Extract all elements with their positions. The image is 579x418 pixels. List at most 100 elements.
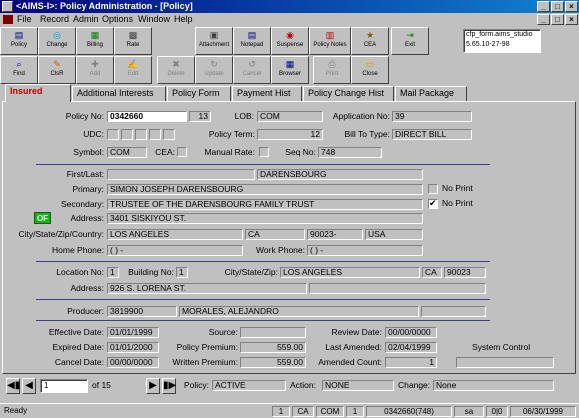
no-print-secondary-checkbox[interactable] <box>428 198 438 209</box>
of-badge[interactable]: OF <box>34 212 51 224</box>
first-name-field[interactable] <box>107 169 255 180</box>
lob-label: LOB: <box>234 111 254 121</box>
policy-status-field[interactable]: ACTIVE <box>212 380 286 391</box>
record-number-input[interactable]: 1 <box>40 379 88 393</box>
cancel-date-label: Cancel Date: <box>54 357 104 367</box>
menu-record[interactable]: Record <box>40 14 69 24</box>
action-label: Action: <box>290 380 316 390</box>
menu-help[interactable]: Help <box>174 14 193 24</box>
building-no-field[interactable]: 1 <box>176 267 188 278</box>
tab-mail-package[interactable]: Mail Package <box>395 86 467 101</box>
action-field[interactable]: NONE <box>322 380 394 391</box>
toolbar-add-button[interactable]: ✚ Add <box>76 56 114 84</box>
toolbar-rate-button[interactable]: ▩ Rate <box>114 27 152 55</box>
written-premium-field[interactable]: 559.00 <box>240 357 306 368</box>
location-zip-field[interactable]: 90023 <box>444 267 486 278</box>
state-field[interactable]: CA <box>245 229 305 240</box>
toolbar-policy-notes-button[interactable]: ▥ Policy Notes <box>309 27 351 55</box>
primary-field[interactable]: SIMON JOSEPH DARENSBOURG <box>107 184 423 195</box>
menu-options[interactable]: Options <box>102 14 133 24</box>
doc-close-button[interactable]: × <box>565 14 578 25</box>
udc-field-5[interactable] <box>163 129 175 140</box>
toolbar-attachment-button[interactable]: ▣ Attachment <box>195 27 233 55</box>
location-address-2-field[interactable] <box>309 283 486 294</box>
toolbar-close-button[interactable]: ▭ Close <box>351 56 389 84</box>
toolbar-print-button[interactable]: ⎙ Print <box>313 56 351 84</box>
cancel-date-field[interactable]: 00/00/0000 <box>107 357 159 368</box>
system-control-field[interactable] <box>456 357 554 368</box>
cea-checkbox[interactable] <box>177 147 187 157</box>
toolbar-clear-button[interactable]: ✎ ClsR <box>38 56 76 84</box>
bill-to-type-field[interactable]: DIRECT BILL <box>392 129 472 140</box>
toolbar-find-button[interactable]: ⌕ Find <box>0 56 38 84</box>
review-date-field[interactable]: 00/00/0000 <box>385 327 437 338</box>
producer-name-field[interactable]: MORALES, ALEJANDRO <box>179 306 419 317</box>
expired-date-field[interactable]: 01/01/2000 <box>107 342 159 353</box>
doc-icon[interactable] <box>3 15 13 24</box>
zip-field[interactable]: 90023- <box>307 229 363 240</box>
last-amended-field[interactable]: 02/04/1999 <box>385 342 437 353</box>
amended-count-field[interactable]: 1 <box>385 357 437 368</box>
app-icon[interactable] <box>2 1 13 12</box>
udc-field-4[interactable] <box>149 129 161 140</box>
toolbar-delete-button[interactable]: ✖ Delete <box>157 56 195 84</box>
menu-file[interactable]: File <box>17 14 32 24</box>
policy-no-field[interactable]: 0342660 <box>107 111 187 122</box>
doc-minimize-button[interactable]: _ <box>537 14 550 25</box>
udc-field-2[interactable] <box>121 129 133 140</box>
toolbar-update-button[interactable]: ↻ Update <box>195 56 233 84</box>
menu-admin[interactable]: Admin <box>73 14 99 24</box>
source-field[interactable] <box>240 327 306 338</box>
first-record-button[interactable]: ◀▮ <box>6 378 20 394</box>
tab-insured[interactable]: Insured <box>5 84 71 102</box>
maximize-button[interactable]: □ <box>551 1 564 12</box>
toolbar-billing-button[interactable]: ▦ Billing <box>76 27 114 55</box>
toolbar-policy-button[interactable]: ▤ Policy <box>0 27 38 55</box>
tab-policy-change-hist[interactable]: Policy Change Hist <box>303 86 394 101</box>
toolbar-cea-button[interactable]: ★ CEA <box>351 27 389 55</box>
secondary-field[interactable]: TRUSTEE OF THE DARENSBOURG FAMILY TRUST <box>107 199 423 210</box>
toolbar-exit-button[interactable]: ⇥ Exit <box>391 27 429 55</box>
home-phone-field[interactable]: ( ) - <box>107 245 243 256</box>
menu-window[interactable]: Window <box>138 14 170 24</box>
location-state-field[interactable]: CA <box>422 267 442 278</box>
attachment-icon: ▣ <box>209 30 219 40</box>
manual-rate-checkbox[interactable] <box>259 147 269 157</box>
location-city-field[interactable]: LOS ANGELES <box>280 267 420 278</box>
effective-date-field[interactable]: 01/01/1999 <box>107 327 159 338</box>
change-field[interactable]: None <box>433 380 554 391</box>
toolbar-notepad-button[interactable]: ▤ Notepad <box>233 27 271 55</box>
tab-additional-interests[interactable]: Additional Interests <box>72 86 166 101</box>
no-print-primary-checkbox[interactable] <box>428 184 438 194</box>
minimize-button[interactable]: _ <box>537 1 550 12</box>
last-name-field[interactable]: DARENSBOURG <box>257 169 423 180</box>
doc-restore-button[interactable]: □ <box>551 14 564 25</box>
country-field[interactable]: USA <box>365 229 423 240</box>
symbol-field[interactable]: COM <box>107 147 147 158</box>
application-no-field[interactable]: 39 <box>392 111 472 122</box>
udc-field-1[interactable] <box>107 129 119 140</box>
close-button[interactable]: × <box>565 1 578 12</box>
toolbar-cancel-button[interactable]: ↺ Cancel <box>233 56 271 84</box>
toolbar-browser-button[interactable]: ▦ Browser <box>271 56 309 84</box>
policy-term-field[interactable]: 12 <box>257 129 323 140</box>
location-address-field[interactable]: 926 S. LORENA ST. <box>107 283 307 294</box>
producer-extra-field[interactable] <box>421 306 486 317</box>
tab-policy-form[interactable]: Policy Form <box>167 86 231 101</box>
policy-premium-field[interactable]: 559.00 <box>240 342 306 353</box>
seq-no-field[interactable]: 748 <box>318 147 382 158</box>
producer-code-field[interactable]: 3819900 <box>107 306 177 317</box>
policy-suffix-field[interactable]: 13 <box>189 111 211 122</box>
work-phone-field[interactable]: ( ) - <box>307 245 423 256</box>
address-field[interactable]: 3401 SISKIYOU ST. <box>107 213 423 224</box>
lob-field[interactable]: COM <box>257 111 323 122</box>
toolbar-change-button[interactable]: ◎ Change <box>38 27 76 55</box>
next-record-button[interactable]: ▶ <box>146 378 160 394</box>
last-record-button[interactable]: ▮▶ <box>162 378 176 394</box>
udc-field-3[interactable] <box>135 129 147 140</box>
toolbar-suspense-button[interactable]: ◉ Suspense <box>271 27 309 55</box>
prev-record-button[interactable]: ◀ <box>22 378 36 394</box>
toolbar-edit-button[interactable]: ✍ Edit <box>114 56 152 84</box>
tab-payment-hist[interactable]: Payment Hist <box>232 86 302 101</box>
city-field[interactable]: LOS ANGELES <box>107 229 243 240</box>
